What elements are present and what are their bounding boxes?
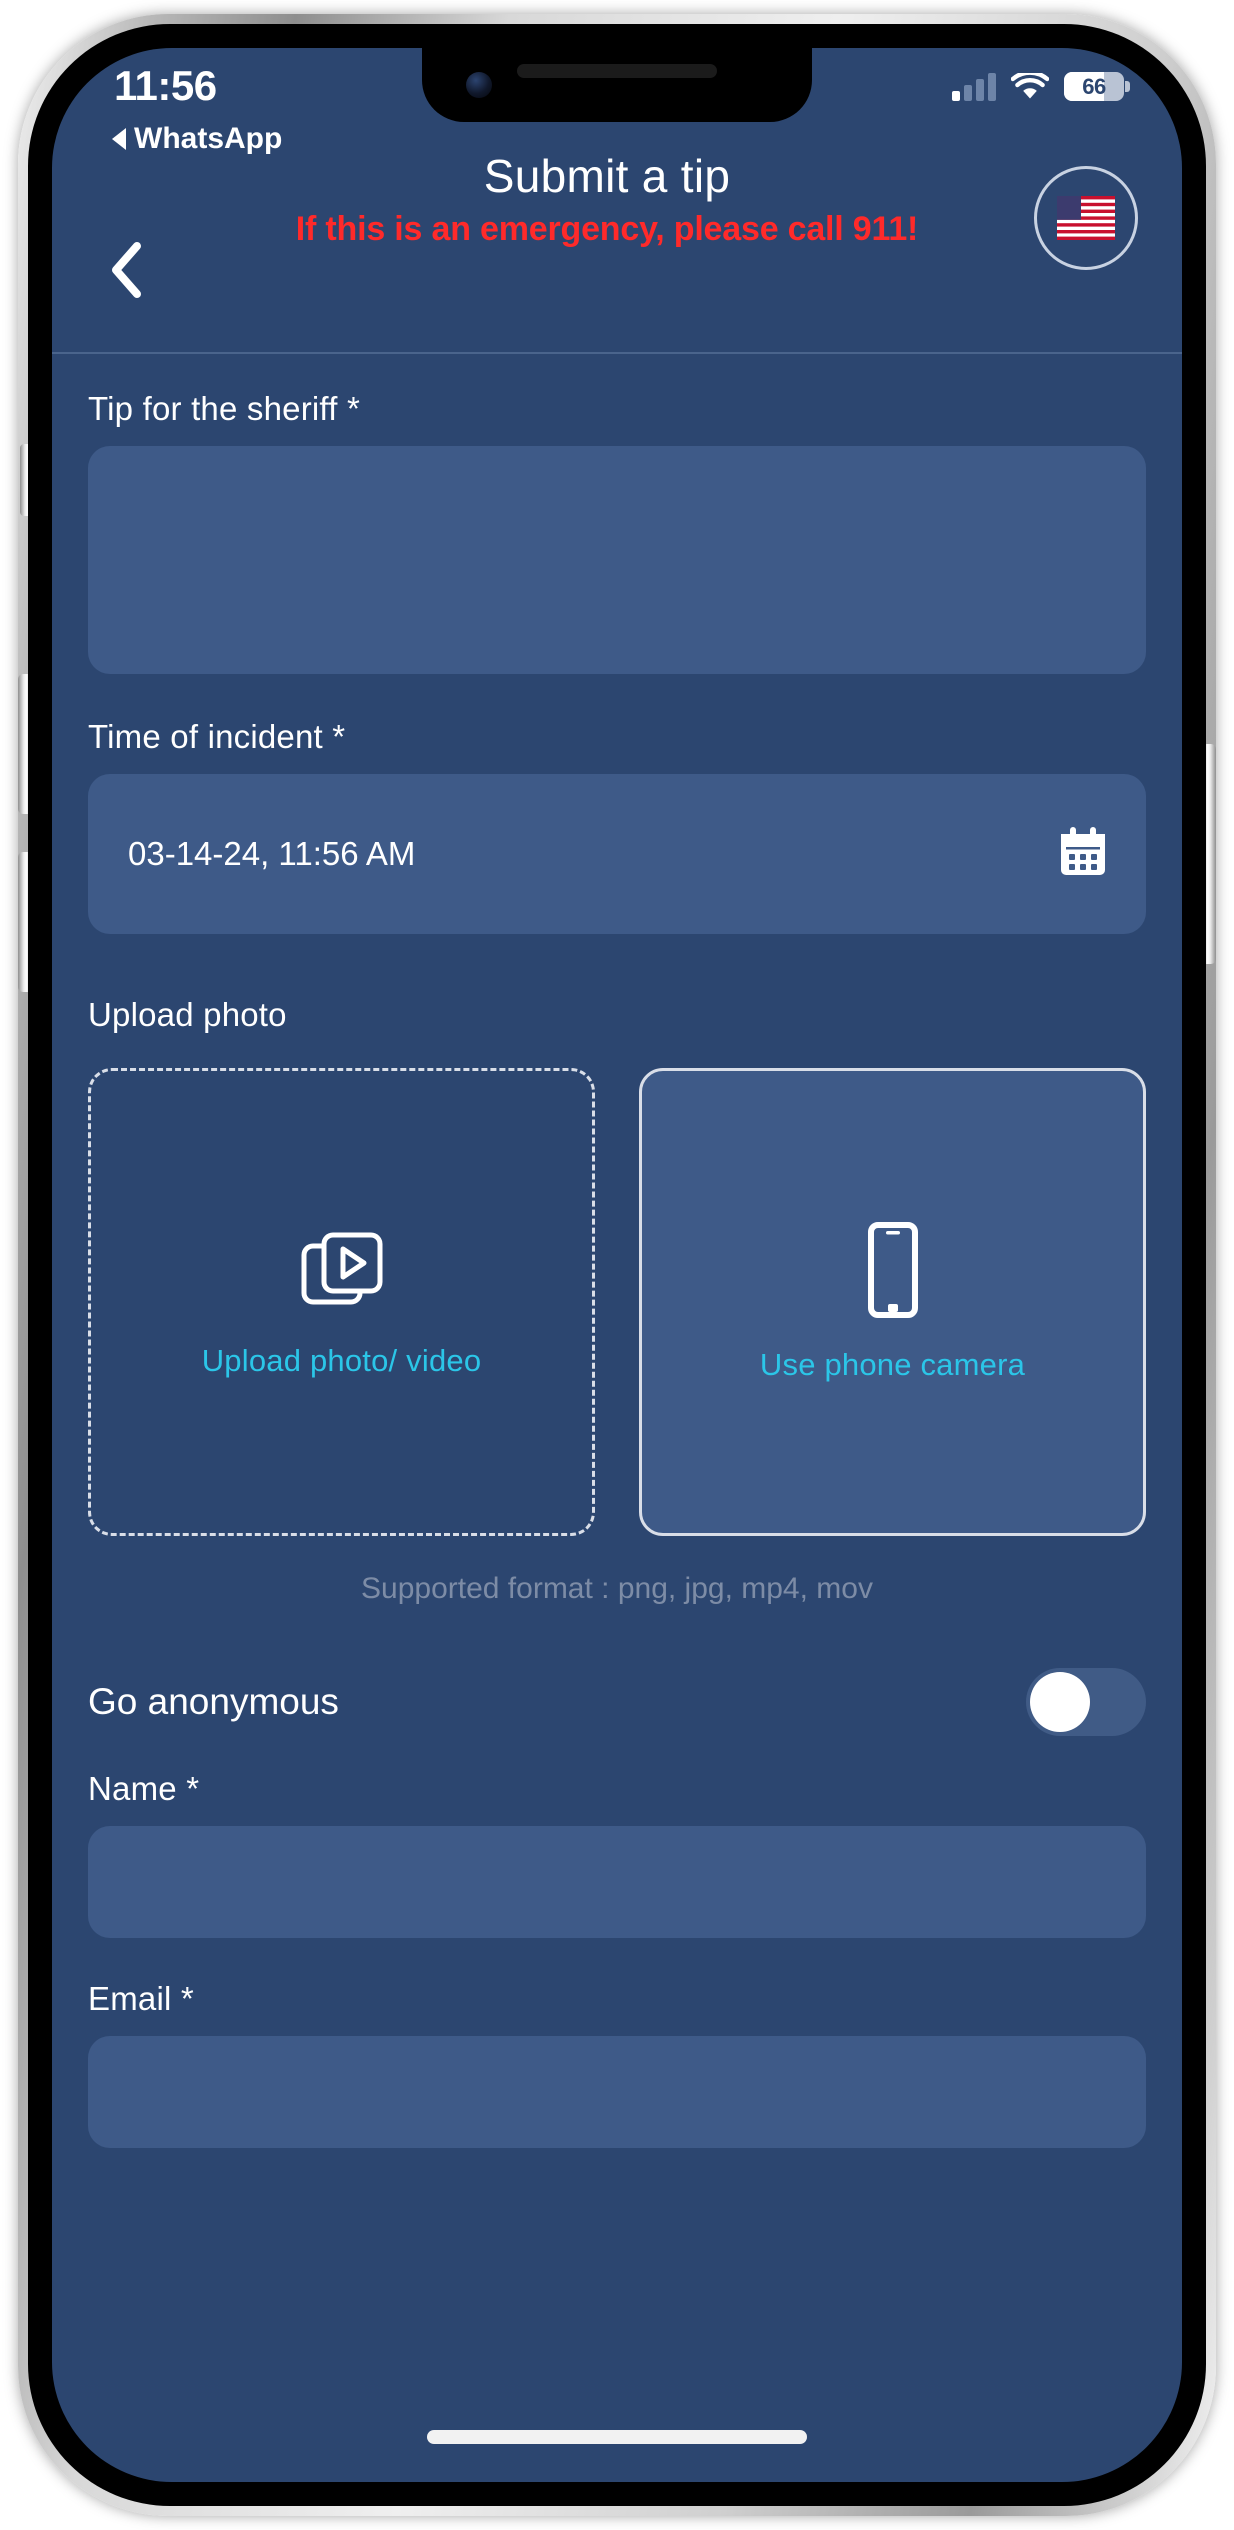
wifi-icon xyxy=(1011,72,1049,101)
name-input[interactable] xyxy=(88,1826,1146,1938)
page-title: Submit a tip xyxy=(483,150,731,202)
supported-format-note: Supported format : png, jpg, mp4, mov xyxy=(361,1572,873,1605)
calendar-icon[interactable] xyxy=(1058,826,1108,883)
battery-percent-label: 66 xyxy=(1082,73,1106,99)
language-flag-button[interactable] xyxy=(1034,166,1138,270)
home-indicator[interactable] xyxy=(427,2430,807,2444)
battery-cap xyxy=(1125,81,1130,92)
status-indicators: 66 xyxy=(952,72,1130,101)
front-camera-icon xyxy=(466,72,492,98)
back-button[interactable] xyxy=(90,234,162,306)
use-phone-camera-caption: Use phone camera xyxy=(759,1346,1026,1382)
cellular-signal-icon xyxy=(952,72,996,101)
time-of-incident-value: 03-14-24, 11:56 AM xyxy=(128,835,416,872)
time-of-incident-label: Time of incident * xyxy=(88,718,346,755)
back-to-whatsapp-link[interactable]: WhatsApp xyxy=(112,122,282,156)
form-content: Tip for the sheriff * Time of incident *… xyxy=(52,356,1182,2482)
upload-photo-video-card[interactable]: Upload photo/ video xyxy=(88,1068,595,1536)
upload-photo-label: Upload photo xyxy=(88,996,287,1033)
device-bezel: 11:56 66 WhatsApp Submit a tip If this i… xyxy=(28,24,1206,2506)
battery-icon: 66 xyxy=(1064,72,1130,101)
name-field-label: Name * xyxy=(88,1770,200,1807)
device-notch xyxy=(422,48,812,122)
header-center: Submit a tip If this is an emergency, pl… xyxy=(192,150,1022,249)
us-flag-icon xyxy=(1057,196,1115,240)
media-stack-play-icon xyxy=(298,1226,386,1319)
go-anonymous-toggle[interactable] xyxy=(1026,1668,1146,1736)
upload-photo-video-caption: Upload photo/ video xyxy=(201,1342,482,1378)
earpiece-speaker xyxy=(517,64,717,78)
phone-device-frame: 11:56 66 WhatsApp Submit a tip If this i… xyxy=(18,14,1216,2516)
phone-screen: 11:56 66 WhatsApp Submit a tip If this i… xyxy=(52,48,1182,2482)
emergency-notice: If this is an emergency, please call 911… xyxy=(295,209,919,248)
tip-field-label: Tip for the sheriff * xyxy=(88,390,360,427)
go-anonymous-label: Go anonymous xyxy=(88,1681,339,1722)
email-input[interactable] xyxy=(88,2036,1146,2148)
back-triangle-icon xyxy=(112,128,126,150)
smartphone-icon xyxy=(861,1221,925,1323)
time-of-incident-input[interactable]: 03-14-24, 11:56 AM xyxy=(88,774,1146,934)
status-time: 11:56 xyxy=(114,62,217,109)
chevron-left-icon xyxy=(112,242,141,298)
use-phone-camera-card[interactable]: Use phone camera xyxy=(639,1068,1146,1536)
upload-options-row: Upload photo/ video Use phone camera xyxy=(88,1068,1146,1536)
email-field-label: Email * xyxy=(88,1980,194,2017)
toggle-knob xyxy=(1030,1672,1090,1732)
back-to-app-label: WhatsApp xyxy=(134,122,283,155)
go-anonymous-row: Go anonymous xyxy=(88,1668,1146,1736)
app-header: Submit a tip If this is an emergency, pl… xyxy=(52,134,1182,354)
tip-textarea[interactable] xyxy=(88,446,1146,674)
